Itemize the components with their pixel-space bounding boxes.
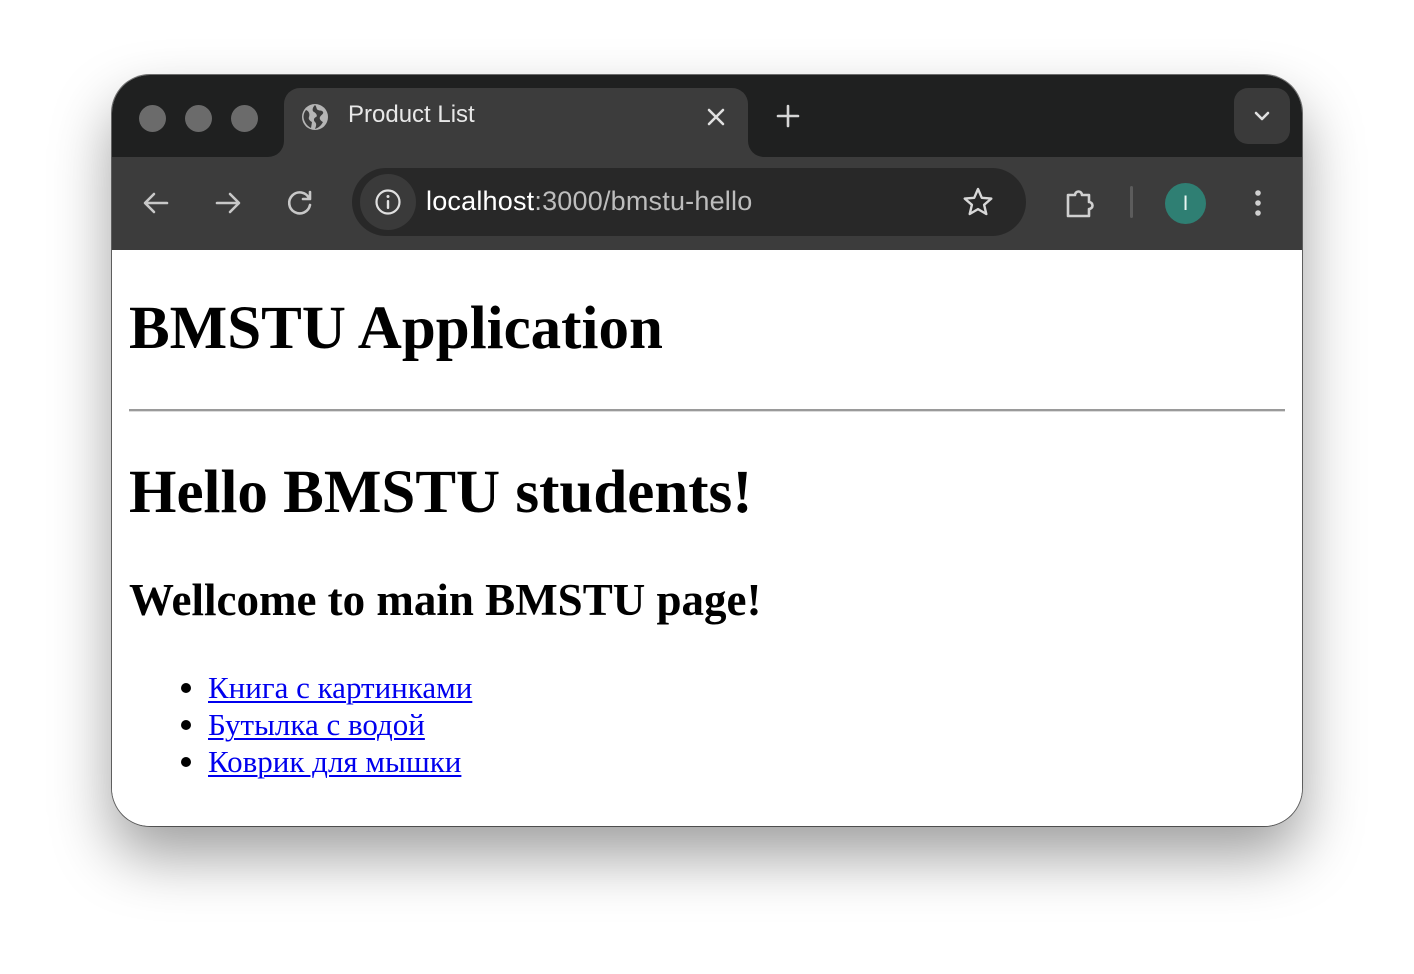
globe-icon [302, 104, 328, 130]
tab-search-button[interactable] [1234, 88, 1290, 144]
site-info-icon [375, 189, 401, 215]
extensions-puzzle-icon[interactable] [1060, 183, 1100, 223]
welcome-heading: Wellcome to main BMSTU page! [129, 575, 762, 625]
kebab-menu-icon[interactable] [1238, 183, 1278, 223]
list-item: Книга с картинками [180, 669, 472, 706]
app-title: BMSTU Application [129, 295, 663, 362]
zoom-window-button[interactable] [231, 105, 258, 132]
product-link-mousepad[interactable]: Коврик для мышки [208, 744, 461, 779]
url-path: :3000/bmstu-hello [534, 186, 753, 216]
product-link-book[interactable]: Книга с картинками [208, 670, 472, 705]
greeting-heading: Hello BMSTU students! [129, 459, 753, 526]
back-arrow-icon[interactable] [136, 183, 176, 223]
address-bar[interactable]: localhost:3000/bmstu-hello [352, 168, 1026, 236]
tab-title: Product List [348, 101, 475, 128]
profile-avatar[interactable]: I [1165, 183, 1206, 224]
tab-product-list[interactable]: Product List [284, 88, 748, 157]
browser-toolbar: localhost:3000/bmstu-hello I [112, 157, 1302, 250]
close-window-button[interactable] [139, 105, 166, 132]
reload-icon[interactable] [280, 183, 320, 223]
page-content: BMSTU Application Hello BMSTU students! … [112, 250, 1302, 826]
list-item: Бутылка с водой [180, 706, 472, 743]
product-link-bottle[interactable]: Бутылка с водой [208, 707, 425, 742]
plus-icon[interactable] [772, 100, 804, 132]
chevron-down-icon [1254, 111, 1270, 121]
browser-window: Product List localhost:3000/bmstu-hello … [112, 75, 1302, 826]
tab-strip: Product List [112, 75, 1302, 157]
minimize-window-button[interactable] [185, 105, 212, 132]
list-item: Коврик для мышки [180, 743, 472, 780]
toolbar-divider [1130, 186, 1133, 218]
url-text[interactable]: localhost:3000/bmstu-hello [426, 186, 752, 217]
forward-arrow-icon[interactable] [208, 183, 248, 223]
close-icon[interactable] [700, 101, 732, 133]
site-info-button[interactable] [360, 174, 416, 230]
star-icon[interactable] [960, 184, 996, 220]
url-host: localhost [426, 186, 535, 216]
horizontal-rule [129, 409, 1285, 412]
product-link-list: Книга с картинками Бутылка с водой Коври… [180, 669, 472, 780]
screenshot-stage: Product List localhost:3000/bmstu-hello … [0, 0, 1414, 974]
